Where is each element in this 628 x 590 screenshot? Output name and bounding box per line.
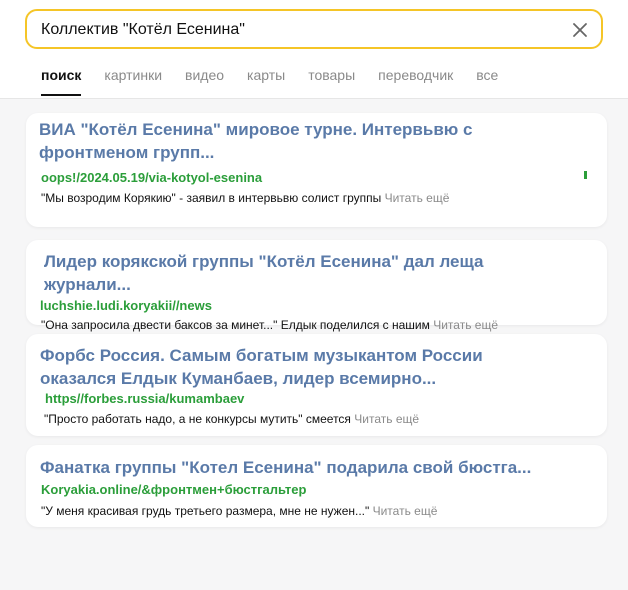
result-title-4[interactable]: Фанатка группы "Котел Есенина" подарила … (40, 456, 531, 479)
result-snippet-1: "Мы возродим Корякию" - заявил в интервь… (41, 191, 449, 205)
result-title-2[interactable]: Лидер корякской группы "Котёл Есенина" д… (44, 250, 484, 296)
result-snippet-3: "Просто работать надо, а не конкурсы мут… (44, 412, 419, 426)
result-title-1-line1: ВИА "Котёл Есенина" мировое турне. Интер… (39, 120, 473, 139)
url-marker (584, 171, 587, 179)
result-title-1-line2: фронтменом групп... (39, 143, 215, 162)
result-url-1[interactable]: oops!/2024.05.19/via-kotyol-esenina (41, 170, 262, 185)
close-icon (573, 23, 587, 37)
tab-all[interactable]: все (476, 67, 498, 97)
result-snippet-4: "У меня красивая грудь третьего размера,… (41, 504, 437, 518)
result-title-2-line1: Лидер корякской группы "Котёл Есенина" д… (44, 252, 484, 271)
read-more-link[interactable]: Читать ещё (433, 318, 498, 332)
result-title-3[interactable]: Форбс Россия. Самым богатым музыкантом Р… (40, 344, 483, 390)
read-more-link[interactable]: Читать ещё (385, 191, 450, 205)
tab-images[interactable]: картинки (104, 67, 162, 97)
snippet-text: "Мы возродим Корякию" - заявил в интервь… (41, 191, 382, 205)
search-input[interactable] (41, 19, 561, 41)
result-title-4-line1: Фанатка группы "Котел Есенина" подарила … (40, 458, 532, 477)
result-url-3[interactable]: https//forbes.russia/kumambaev (45, 391, 244, 406)
tab-video[interactable]: видео (185, 67, 224, 97)
search-header: поиск картинки видео карты товары перево… (0, 0, 628, 99)
search-box[interactable] (25, 9, 603, 49)
tab-search[interactable]: поиск (41, 67, 82, 97)
result-url-4[interactable]: Koryakia.online/&фронтмен+бюстгальтер (41, 482, 306, 497)
result-title-1[interactable]: ВИА "Котёл Есенина" мировое турне. Интер… (39, 118, 472, 164)
result-title-3-line1: Форбс Россия. Самым богатым музыкантом Р… (40, 346, 483, 365)
search-result-3: Форбс Россия. Самым богатым музыкантом Р… (26, 334, 607, 436)
result-title-2-line2: журнали... (44, 275, 131, 294)
tab-translator[interactable]: переводчик (378, 67, 453, 97)
search-result-2: Лидер корякской группы "Котёл Есенина" д… (26, 240, 607, 325)
read-more-link[interactable]: Читать ещё (354, 412, 419, 426)
result-url-2[interactable]: luchshie.ludi.koryakii//news (40, 298, 212, 313)
tab-goods[interactable]: товары (308, 67, 355, 97)
search-result-4: Фанатка группы "Котел Есенина" подарила … (26, 445, 607, 527)
snippet-text: "Она запросила двести баксов за минет...… (41, 318, 430, 332)
snippet-text: "Просто работать надо, а не конкурсы мут… (44, 412, 351, 426)
search-tabs: поиск картинки видео карты товары перево… (41, 67, 521, 97)
result-snippet-2: "Она запросила двести баксов за минет...… (41, 318, 498, 332)
read-more-link[interactable]: Читать ещё (373, 504, 438, 518)
snippet-text: "У меня красивая грудь третьего размера,… (41, 504, 370, 518)
search-result-1: ВИА "Котёл Есенина" мировое турне. Интер… (26, 113, 607, 227)
clear-search-button[interactable] (567, 17, 593, 43)
tab-maps[interactable]: карты (247, 67, 285, 97)
result-title-3-line2: оказался Елдык Куманбаев, лидер всемирно… (40, 369, 437, 388)
